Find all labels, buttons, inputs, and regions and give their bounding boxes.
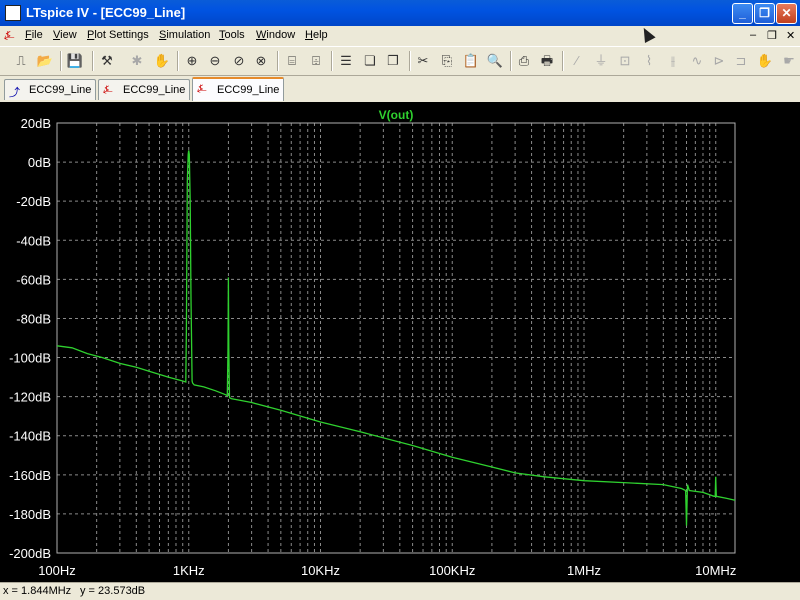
plot-frame [56,122,736,554]
cascade-icon[interactable]: ❏ [361,52,379,70]
x-tick-label: 100Hz [38,563,76,578]
restore-button[interactable]: ❐ [754,3,775,24]
tile-horizontal-icon[interactable]: ☰ [337,52,355,70]
tab-label: ECC99_Line [123,84,186,96]
mdi-close-button[interactable]: ✕ [786,29,795,42]
tab-schematic[interactable]: ⤴ ECC99_Line [4,79,96,100]
document-icon[interactable]: ⍼ [4,28,20,42]
menu-file[interactable]: File [25,29,43,41]
mdi-restore-button[interactable]: ❐ [767,29,777,42]
toolbar-separator [277,51,279,71]
fit-icon[interactable]: ⌹ [307,52,325,70]
autorange-icon[interactable]: ⌸ [283,52,301,70]
control-panel-icon[interactable]: ⚒ [98,52,116,70]
label-icon[interactable]: ⊡ [616,52,634,70]
tab-label: ECC99_Line [217,84,280,96]
menu-simulation[interactable]: Simulation [159,29,210,41]
series-line-vout [56,150,736,526]
cut-icon[interactable]: ✂ [414,52,432,70]
y-tick-label: -60dB [16,272,51,287]
toolbar-separator [177,51,179,71]
zoom-out-icon[interactable]: ⊖ [206,52,224,70]
x-tick-label: 1KHz [173,563,205,578]
tile-vertical-icon[interactable]: ❐ [384,52,402,70]
open-icon[interactable]: 📂 [36,52,54,70]
x-tick-label: 10KHz [301,563,340,578]
menu-help[interactable]: Help [305,29,328,41]
waveform-chart[interactable]: 20dB 0dB -20dB -40dB -60dB -80dB -100dB -120dB -… [0,102,800,582]
y-tick-label: -80dB [16,311,51,326]
move-icon[interactable]: ✋ [756,52,774,70]
close-button[interactable]: ✕ [776,3,797,24]
y-tick-label: -40dB [16,233,51,248]
ltspice-app-icon[interactable] [5,5,21,21]
zoom-back-icon[interactable]: ⊘ [230,52,248,70]
schematic-icon[interactable]: ⎍ [12,52,30,70]
waveform-plot-pane[interactable]: 20dB 0dB -20dB -40dB -60dB -80dB -100dB -120dB -… [0,102,800,582]
y-tick-label: -100dB [9,351,51,366]
capacitor-icon[interactable]: ⫲ [664,52,682,70]
mdi-minimize-button[interactable]: – [750,29,756,41]
print-icon[interactable]: 🖶 [538,52,556,70]
tab-label: ECC99_Line [29,84,92,96]
zoom-fit-icon[interactable]: ⊗ [252,52,270,70]
trace-title: V(out) [379,108,414,122]
cursor-y-readout: y = 23.573dB [80,585,146,597]
tab-waveform-1[interactable]: ⍼ ECC99_Line [98,79,190,100]
toolbar-separator [60,51,62,71]
diode-icon[interactable]: ⊳ [710,52,728,70]
y-tick-label: -140dB [9,429,51,444]
menu-window[interactable]: Window [256,29,295,41]
resistor-icon[interactable]: ⌇ [640,52,658,70]
toolbar-separator [409,51,411,71]
schematic-tab-icon: ⤴ [9,87,20,99]
copy-icon[interactable]: ⎘ [438,52,456,70]
y-tick-label: -200dB [9,546,51,561]
y-tick-label: -180dB [9,507,51,522]
document-tabs: ⤴ ECC99_Line ⍼ ECC99_Line ⍼ ECC99_Line [0,76,800,102]
waveform-tab-icon: ⍼ [197,83,207,95]
toolbar-separator [562,51,564,71]
print-setup-icon[interactable]: ⎙ [515,52,533,70]
component-icon[interactable]: ⊐ [732,52,750,70]
y-tick-label: -20dB [16,194,51,209]
drag-icon[interactable]: ☛ [780,52,798,70]
save-icon[interactable]: 💾 [66,52,84,70]
menu-plot-settings[interactable]: Plot Settings [87,29,149,41]
tab-waveform-2[interactable]: ⍼ ECC99_Line [192,77,284,101]
menu-tools[interactable]: Tools [219,29,245,41]
x-tick-label: 1MHz [567,563,601,578]
find-icon[interactable]: 🔍 [486,52,504,70]
wire-icon[interactable]: ∕ [568,52,586,70]
pan-icon[interactable]: ✋ [153,52,171,70]
menu-bar: ⍼ File View Plot Settings Simulation Too… [0,26,800,46]
x-tick-label: 100KHz [429,563,475,578]
inductor-icon[interactable]: ∿ [688,52,706,70]
title-bar: LTspice IV - [ECC99_Line] _ ❐ ✕ [0,0,800,26]
y-tick-label: 0dB [28,155,51,170]
cursor-x-readout: x = 1.844MHz [3,585,72,597]
toolbar-separator [510,51,512,71]
run-icon[interactable]: ✱ [128,52,146,70]
minimize-button[interactable]: _ [732,3,753,24]
toolbar-separator [331,51,333,71]
menu-view[interactable]: View [53,29,77,41]
window-title: LTspice IV - [ECC99_Line] [26,5,186,20]
ground-icon[interactable]: ⏚ [592,52,610,70]
y-tick-label: -160dB [9,468,51,483]
waveform-tab-icon: ⍼ [103,84,113,96]
y-tick-label: -120dB [9,390,51,405]
x-tick-label: 10MHz [695,563,736,578]
zoom-in-icon[interactable]: ⊕ [183,52,201,70]
y-tick-label: 20dB [21,116,51,131]
status-bar: x = 1.844MHz y = 23.573dB [0,582,800,600]
paste-icon[interactable]: 📋 [462,52,480,70]
toolbar: ⎍ 📂 💾 ⚒ ✱ ✋ ⊕ ⊖ ⊘ ⊗ ⌸ ⌹ ☰ ❏ ❐ ✂ ⎘ 📋 🔍 ⎙ 🖶 ∕ ⏚ ⊡ ⌇ ⫲ ∿ ⊳ ⊐ ✋ ☛ [0,46,800,76]
toolbar-separator [92,51,94,71]
